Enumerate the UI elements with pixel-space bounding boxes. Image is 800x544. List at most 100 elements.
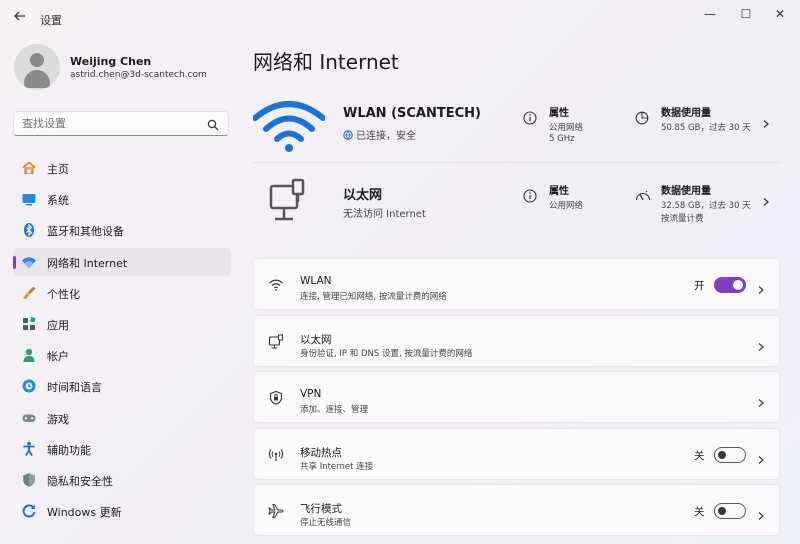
sidebar-item-system[interactable]: 系统 [13,185,231,213]
sidebar-item-time-language[interactable]: 时间和语言 [13,372,231,400]
sidebar-item-home[interactable]: 主页 [13,154,231,182]
network-icon [21,254,37,270]
chevron-right-icon[interactable] [761,192,771,206]
bluetooth-icon [21,222,37,238]
hotspot-icon [268,447,284,463]
card-title: 移动热点 [300,446,342,459]
sidebar-item-bluetooth[interactable]: 蓝牙和其他设备 [13,216,231,244]
ethernet-card[interactable]: 以太网 身份验证, IP 和 DNS 设置, 按流量计费的网络 [253,314,780,367]
chevron-right-icon[interactable] [756,337,766,351]
search-box[interactable] [13,111,229,136]
usage-title: 数据使用量 [661,108,711,119]
sidebar-item-personalization[interactable]: 个性化 [13,279,231,307]
ethernet-icon [268,334,284,350]
card-subtitle: 身份验证, IP 和 DNS 设置, 按流量计费的网络 [300,348,473,359]
ethernet-status: 无法访问 Internet [343,209,426,220]
gaming-icon [21,410,37,426]
wifi-icon [268,277,284,293]
sidebar-item-network[interactable]: 网络和 Internet [13,247,231,276]
search-icon[interactable] [206,117,220,131]
sidebar-item-label: 个性化 [47,287,80,301]
chevron-right-icon[interactable] [756,393,766,407]
properties-title: 属性 [549,186,569,197]
sidebar-item-label: 游戏 [47,412,69,426]
properties-line: 5 GHz [549,134,575,144]
info-icon [523,188,537,203]
card-title: 以太网 [300,333,332,346]
card-title: VPN [300,388,322,400]
usage-line: 32.58 GB，过去 30 天 [661,201,751,211]
properties-line: 公用网络 [549,123,584,133]
search-input[interactable] [22,115,202,132]
avatar [14,44,60,90]
app-title: 设置 [40,14,62,27]
system-icon [21,191,37,207]
chevron-right-icon[interactable] [756,506,766,520]
sidebar-item-label: 蓝牙和其他设备 [47,225,124,239]
sidebar-item-label: 隐私和安全性 [47,474,113,488]
shield-icon [21,472,37,488]
sidebar-item-label: 主页 [47,163,69,176]
sidebar-item-windows-update[interactable]: Windows 更新 [13,497,231,525]
wlan-toggle[interactable] [714,277,746,293]
chevron-right-icon[interactable] [756,280,766,294]
card-subtitle: 添加、连接、管理 [300,405,369,415]
home-icon [21,160,37,176]
title-bar: 设置 — ☐ ✕ [0,0,800,36]
avatar-head [30,53,44,67]
active-indicator [13,255,16,269]
time-language-icon [21,378,37,394]
minimize-button[interactable]: — [690,4,730,24]
chevron-right-icon[interactable] [756,450,766,464]
hotspot-card[interactable]: 移动热点 共享 Internet 连接 关 [253,427,780,480]
airplane-mode-card[interactable]: 飞行模式 停止无线通信 关 [253,484,780,536]
card-subtitle: 停止无线通信 [300,518,352,528]
card-title: 飞行模式 [300,503,342,515]
sidebar-nav: 主页 系统 蓝牙和其他设备 网络和 Internet 个性化 应用 帐户 时间和… [13,154,231,528]
wlan-card[interactable]: WLAN 连接, 管理已知网络, 按流量计费的网络 开 [253,258,780,310]
profile-name: Weijing Chen [70,55,152,68]
wlan-status: 已连接，安全 [343,127,416,142]
usage-line: 按流量计费 [661,214,704,224]
sidebar-item-accounts[interactable]: 帐户 [13,341,231,369]
toggle-knob [718,450,726,459]
brush-icon [21,285,37,301]
sidebar-item-accessibility[interactable]: 辅助功能 [13,435,231,463]
hotspot-toggle[interactable] [714,446,746,463]
pie-chart-icon [635,110,651,125]
settings-cards: WLAN 连接, 管理已知网络, 按流量计费的网络 开 以太网 身份验证, IP… [253,258,780,541]
sidebar-item-label: Windows 更新 [47,506,122,520]
usage-line: 50.85 GB，过去 30 天 [661,123,751,133]
user-profile[interactable]: Weijing Chen astrid.chen@3d-scantech.com [14,44,234,92]
airplane-mode-toggle[interactable] [714,503,746,519]
sidebar-item-label: 辅助功能 [47,443,91,457]
card-title: WLAN [300,275,332,287]
gauge-icon [635,188,651,202]
vpn-card[interactable]: VPN 添加、连接、管理 [253,371,780,423]
usage-title: 数据使用量 [661,186,711,197]
sidebar-item-gaming[interactable]: 游戏 [13,404,231,432]
sidebar-item-label: 应用 [47,318,69,332]
back-arrow-icon[interactable] [10,9,30,29]
toggle-state-label: 关 [694,449,705,462]
info-icon [523,110,537,125]
sidebar-item-label: 系统 [47,194,69,208]
vpn-shield-icon [268,390,284,406]
settings-window: 设置 — ☐ ✕ Weijing Chen astrid.chen@3d-sca… [0,0,800,544]
globe-icon [343,130,353,140]
apps-icon [21,316,37,332]
sidebar-item-label: 网络和 Internet [47,256,128,270]
ethernet-name: 以太网 [343,188,383,203]
airplane-icon [268,503,284,519]
close-button[interactable]: ✕ [760,4,800,24]
toggle-knob [718,507,726,515]
sidebar-item-label: 帐户 [47,350,69,364]
wlan-summary-row: WLAN (SCANTECH) 已连接，安全 属性 公用网络 5 GHz 数据使… [252,90,781,163]
chevron-right-icon[interactable] [761,114,771,128]
sidebar-item-apps[interactable]: 应用 [13,310,231,338]
sidebar-item-privacy[interactable]: 隐私和安全性 [13,466,231,494]
avatar-body [24,70,50,88]
accessibility-icon [21,441,37,457]
wlan-status-text: 已连接，安全 [356,131,416,142]
ethernet-large-icon [253,174,325,230]
